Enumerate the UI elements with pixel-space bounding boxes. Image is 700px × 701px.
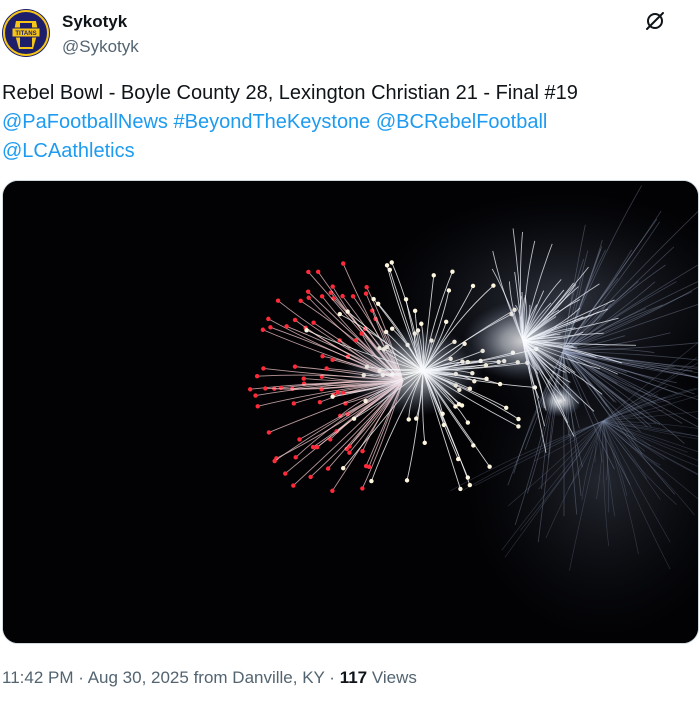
tweet-text-line: Rebel Bowl - Boyle County 28, Lexington … — [2, 82, 578, 104]
tweet-text: Rebel Bowl - Boyle County 28, Lexington … — [2, 79, 682, 166]
tweet-photo[interactable] — [2, 180, 699, 644]
tweet-location: from Danville, KY — [188, 668, 325, 687]
mention-lcaathletics[interactable]: @LCAathletics — [2, 140, 135, 162]
tweet-time[interactable]: 11:42 PM — [2, 668, 74, 687]
mention-bcrebelfootball[interactable]: @BCRebelFootball — [376, 111, 548, 133]
mention-pafootballnews[interactable]: @PaFootballNews — [2, 111, 168, 133]
tweet-date[interactable]: Aug 30, 2025 — [88, 668, 189, 687]
hashtag-beyondthekeystone[interactable]: #BeyondTheKeystone — [174, 111, 371, 133]
fireworks-photo-icon — [3, 181, 698, 643]
author-handle[interactable]: @Sykotyk — [62, 37, 139, 57]
tweet-meta: 11:42 PM · Aug 30, 2025 from Danville, K… — [2, 668, 417, 687]
views-count: 117 — [339, 668, 368, 687]
svg-text:TITANS: TITANS — [15, 31, 36, 37]
titans-logo-icon: TITANS — [2, 9, 50, 57]
avatar[interactable]: TITANS — [2, 9, 50, 57]
views-label: Views — [367, 668, 417, 687]
tweet-mentions-line: @LCAathletics — [2, 137, 682, 166]
author-name[interactable]: Sykotyk — [62, 12, 127, 32]
grok-icon[interactable] — [644, 10, 666, 32]
tweet-mentions-line: @PaFootballNews #BeyondTheKeystone @BCRe… — [2, 108, 682, 137]
